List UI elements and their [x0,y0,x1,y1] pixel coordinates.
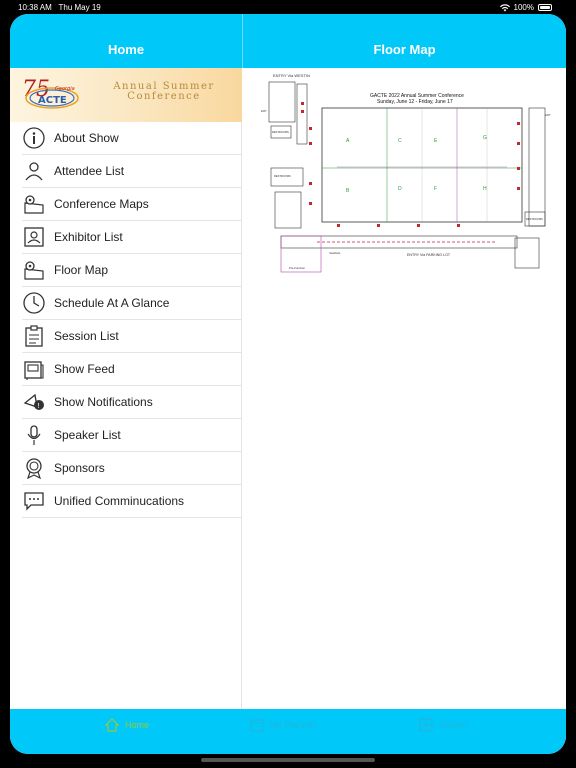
menu-item-show-notifications[interactable]: ! Show Notifications [22,386,241,419]
menu-item-label: Conference Maps [54,197,149,211]
menu-item-conference-maps[interactable]: Conference Maps [22,188,241,221]
menu-item-label: Show Notifications [54,395,153,409]
wifi-icon [499,3,510,11]
menu-item-schedule-at-a-glance[interactable]: Schedule At A Glance [22,287,241,320]
booth-g: G [483,135,487,141]
bell-icon: ! [22,390,46,414]
menu-item-label: Sponsors [54,461,105,475]
vestibule-label: Vestibule [329,251,341,255]
pre-function-label: Pre-Function [289,266,305,270]
menu-item-label: About Show [54,131,119,145]
menu-list: About Show Attendee List Conference Maps… [22,122,241,518]
sidebar: 75 Georgia ACTE Annual Summer Conference… [10,68,242,709]
battery-icon [538,4,552,11]
tab-my-planner[interactable]: My Planner [250,718,316,732]
menu-item-label: Exhibitor List [54,230,123,244]
tab-bar: Home My Planner Search [10,709,566,754]
menu-item-show-feed[interactable]: Show Feed [22,353,241,386]
microphone-icon [22,423,46,447]
map-pin-icon [22,192,46,216]
menu-item-label: Unified Comminucations [54,494,185,508]
conference-banner: 75 Georgia ACTE Annual Summer Conference [10,68,242,122]
clipboard-icon [22,324,46,348]
tab-home-label: Home [125,720,150,730]
info-icon [22,126,46,150]
svg-text:Georgia: Georgia [55,86,75,92]
home-icon [105,718,119,732]
floor-map-title: Floor Map [373,42,436,57]
menu-item-label: Speaker List [54,428,121,442]
navigation-bar: Home Floor Map [10,14,566,68]
menu-item-unified-comminucations[interactable]: Unified Comminucations [22,485,241,518]
booth-d: D [398,186,402,192]
status-right: 100% [499,3,552,12]
restrooms-left-lower-label: RESTROOMS [274,174,291,178]
tab-home[interactable]: Home [105,718,149,732]
exit-label-right: EXIT [545,113,551,117]
battery-percent: 100% [513,3,534,12]
menu-item-attendee-list[interactable]: Attendee List [22,155,241,188]
award-icon [22,456,46,480]
menu-item-about-show[interactable]: About Show [22,122,241,155]
menu-item-label: Floor Map [54,263,109,277]
floor-map-dates-text: Sunday, June 12 - Friday, June 17 [377,99,453,105]
menu-item-label: Show Feed [54,362,115,376]
svg-text:!: ! [37,402,40,410]
planner-icon [250,719,264,732]
feed-icon [22,357,46,381]
floor-map-panel: ENTRY Via WESTIN GACTE 2022 Annual Summe… [243,68,566,709]
restrooms-right-label: RESTROOMS [526,217,543,221]
menu-item-label: Attendee List [54,164,125,178]
menu-item-floor-map[interactable]: Floor Map [22,254,241,287]
floor-map-entry-bottom: ENTRY Via PARKING LOT [407,253,451,257]
exit-label-left: EXIT [261,109,267,113]
menu-item-sponsors[interactable]: Sponsors [22,452,241,485]
gacte-logo: 75 Georgia ACTE [22,77,79,109]
person-icon [22,159,46,183]
chat-icon [22,489,46,513]
home-title: Home [107,42,145,57]
banner-text: Annual Summer Conference [113,81,215,102]
search-icon [419,718,433,732]
restrooms-left-label: RESTROOMS [272,130,289,134]
booth-h: H [483,186,487,192]
home-indicator [201,758,375,762]
floor-map-entry-top: ENTRY Via WESTIN [273,73,310,78]
clock-icon [22,291,46,315]
menu-item-label: Schedule At A Glance [54,296,170,310]
status-time: 10:38 AM Thu May 19 [18,3,101,12]
svg-text:ACTE: ACTE [38,95,67,106]
tab-my-planner-label: My Planner [270,720,316,730]
map-pin-icon [22,258,46,282]
app-screen: Home Floor Map 75 Georgia ACTE Annual Su… [10,14,566,754]
status-bar: 10:38 AM Thu May 19 100% [0,0,576,14]
menu-item-label: Session List [54,329,119,343]
tab-search-label: Search [439,720,468,730]
floor-map-image[interactable]: ENTRY Via WESTIN GACTE 2022 Annual Summe… [257,72,553,282]
booth-c: C [398,138,402,144]
exhibitor-icon [22,225,46,249]
menu-item-speaker-list[interactable]: Speaker List [22,419,241,452]
booth-f: F [434,186,437,192]
nav-divider [242,14,243,68]
tab-search[interactable]: Search [419,718,468,732]
menu-item-session-list[interactable]: Session List [22,320,241,353]
menu-item-exhibitor-list[interactable]: Exhibitor List [22,221,241,254]
